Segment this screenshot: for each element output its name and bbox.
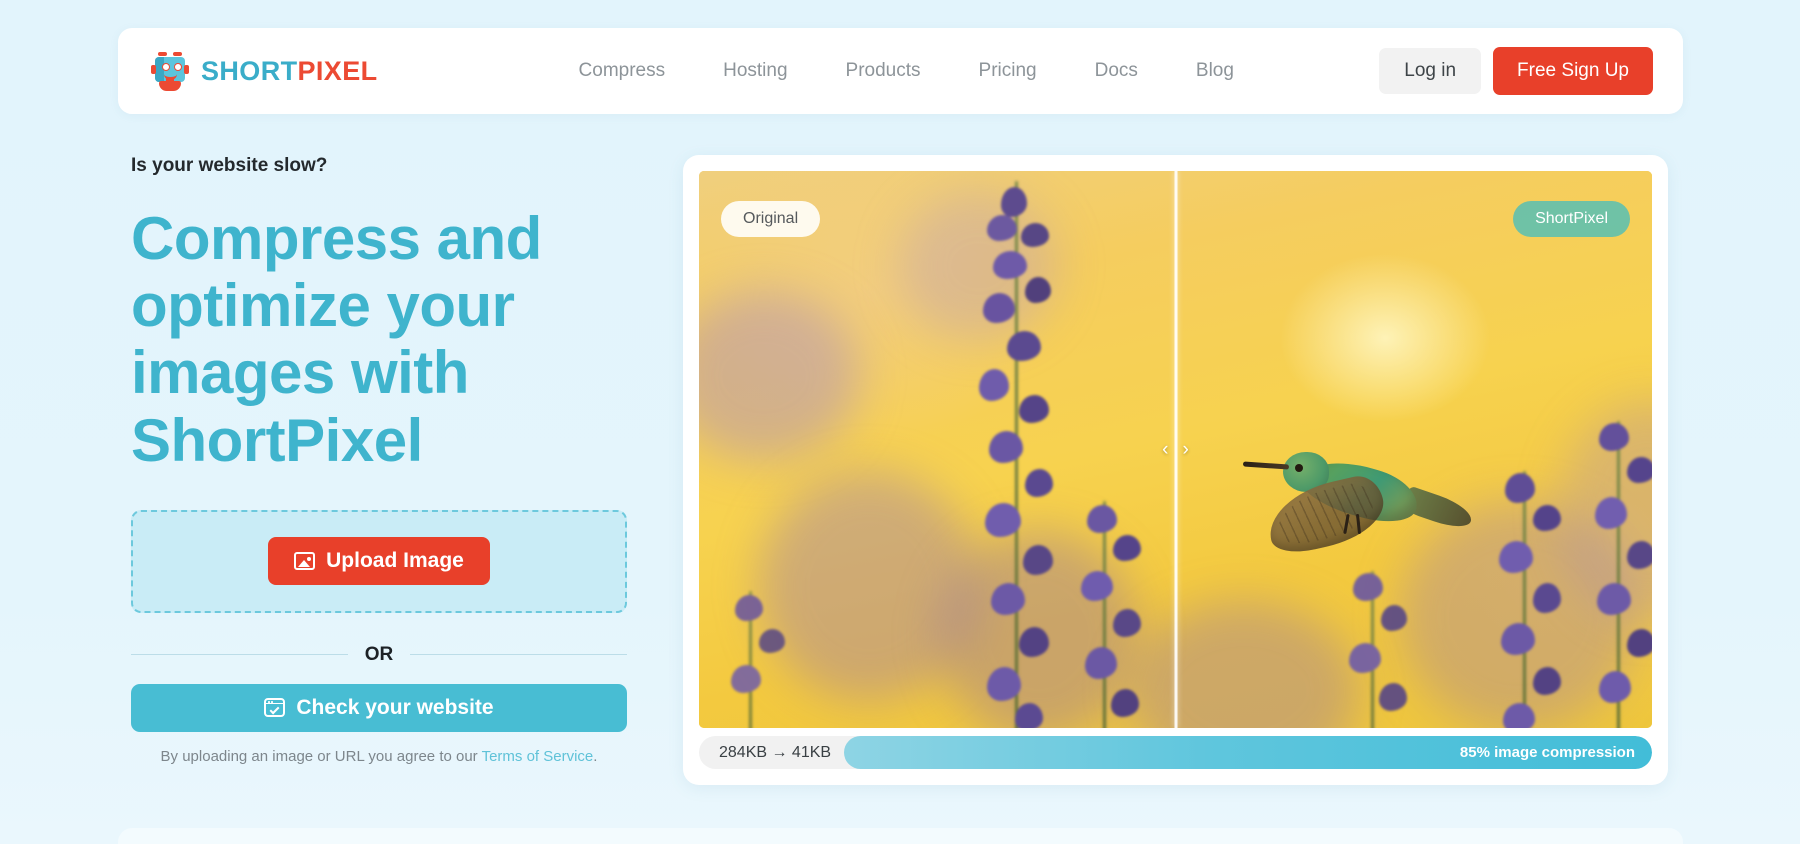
nav-item-compress[interactable]: Compress — [550, 60, 695, 82]
comparison-card: Original ShortPixel ‹ › 284KB → 41KB 85%… — [683, 155, 1668, 785]
compression-progress-fill: 85% image compression — [844, 736, 1652, 769]
flower-stalk — [709, 591, 799, 728]
compression-percent-label: 85% image compression — [1459, 744, 1635, 761]
header-actions: Log in Free Sign Up — [1379, 47, 1653, 95]
brand-wordmark: SHORTPIXEL — [201, 56, 378, 87]
badge-shortpixel: ShortPixel — [1513, 201, 1630, 237]
nav-item-products[interactable]: Products — [817, 60, 950, 82]
terms-suffix: . — [593, 747, 598, 765]
nav-item-hosting[interactable]: Hosting — [694, 60, 816, 82]
terms-of-service-link[interactable]: Terms of Service — [482, 748, 594, 765]
hummingbird — [1239, 426, 1499, 591]
before-after-comparison[interactable]: Original ShortPixel ‹ › — [699, 171, 1652, 728]
hero-eyebrow: Is your website slow? — [131, 155, 328, 176]
flower-stalk — [1561, 421, 1652, 728]
next-section-sliver — [118, 828, 1683, 844]
brand-logo[interactable]: SHORTPIXEL — [150, 50, 378, 92]
nav-item-blog[interactable]: Blog — [1167, 60, 1263, 82]
comparison-slider-handle[interactable]: ‹ › — [1162, 439, 1189, 461]
upload-image-button-label: Upload Image — [326, 549, 464, 573]
nav-item-docs[interactable]: Docs — [1066, 60, 1167, 82]
badge-original: Original — [721, 201, 821, 237]
or-label: OR — [364, 643, 394, 665]
shortpixel-robot-icon — [150, 50, 190, 92]
login-button[interactable]: Log in — [1379, 48, 1482, 94]
file-size-label: 284KB → 41KB — [719, 743, 832, 761]
main-navigation: Compress Hosting Products Pricing Docs B… — [550, 60, 1263, 82]
image-icon — [294, 552, 316, 571]
terms-notice: By uploading an image or URL you agree t… — [131, 748, 627, 765]
or-divider: OR — [131, 644, 627, 666]
compression-bar: 284KB → 41KB 85% image compression — [699, 736, 1652, 769]
brand-wordmark-short: SHORT — [201, 55, 298, 86]
page-title: Compress and optimize your images with S… — [131, 205, 542, 474]
page-root: SHORTPIXEL Compress Hosting Products Pri… — [0, 0, 1800, 844]
terms-prefix: By uploading an image or URL you agree t… — [160, 747, 482, 765]
site-header: SHORTPIXEL Compress Hosting Products Pri… — [118, 28, 1683, 114]
flower-stalk — [1051, 501, 1171, 728]
flower-stalk — [1319, 571, 1439, 728]
chevron-left-icon: ‹ — [1162, 438, 1169, 460]
browser-check-icon — [264, 698, 286, 718]
chevron-right-icon: › — [1182, 438, 1189, 460]
divider-rule-right — [410, 654, 627, 656]
brand-wordmark-pixel: PIXEL — [297, 55, 378, 86]
hero-left-column: Is your website slow? Compress and optim… — [131, 155, 631, 765]
upload-image-button[interactable]: Upload Image — [268, 537, 490, 586]
check-website-button[interactable]: Check your website — [131, 683, 627, 732]
divider-rule-left — [131, 654, 348, 656]
signup-button[interactable]: Free Sign Up — [1493, 47, 1653, 95]
nav-item-pricing[interactable]: Pricing — [950, 60, 1066, 82]
check-website-button-label: Check your website — [296, 695, 494, 719]
upload-dropzone[interactable]: Upload Image — [131, 509, 627, 613]
